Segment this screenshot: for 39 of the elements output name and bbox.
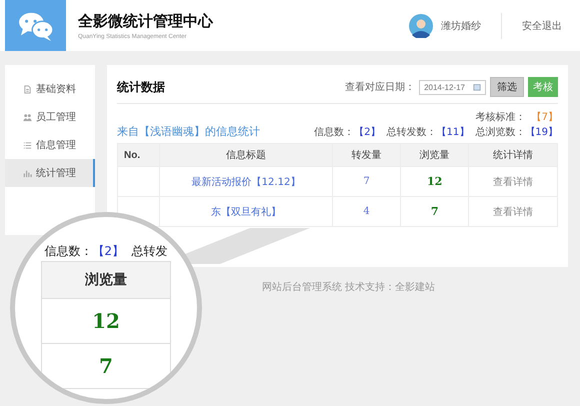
- share-count: 4: [332, 196, 401, 226]
- bar-chart-icon: [23, 168, 32, 178]
- sidebar-item[interactable]: 统计管理: [5, 159, 95, 187]
- details-link[interactable]: 查看详情: [493, 176, 534, 188]
- date-label: 查看对应日期：: [345, 80, 416, 94]
- assessment-standard: 考核标准： 【7】: [476, 110, 558, 124]
- message-title-link[interactable]: 东【双旦有礼】: [211, 206, 281, 218]
- people-icon: [23, 112, 32, 122]
- app-title: 全影微统计管理中心: [78, 12, 214, 30]
- date-field[interactable]: 2014-12-17: [419, 80, 486, 94]
- section-title: 统计数据: [117, 78, 165, 96]
- magnified-column-header: 浏览量: [41, 261, 171, 299]
- stat-item: 总转发数：【11】: [386, 126, 470, 139]
- view-count: 7: [400, 196, 469, 226]
- list-icon: [23, 140, 32, 150]
- footer-text: 网站后台管理系统 技术支持：全影建站: [262, 282, 436, 293]
- details-link[interactable]: 查看详情: [493, 206, 534, 218]
- filter-button[interactable]: 筛选: [490, 77, 524, 97]
- share-count: 7: [332, 166, 401, 196]
- source-title: 来自【浅语幽魂】的信息统计: [117, 124, 260, 139]
- magnified-view-count: 12: [41, 299, 171, 344]
- column-header: 浏览量: [400, 144, 469, 166]
- document-icon: [23, 84, 32, 94]
- column-header: 统计详情: [468, 144, 558, 166]
- sidebar-item[interactable]: 员工管理: [5, 103, 95, 131]
- logout-link[interactable]: 安全退出: [522, 18, 562, 32]
- calendar-icon: [473, 83, 481, 91]
- stat-item: 信息数：【2】: [314, 126, 381, 139]
- sidebar-item[interactable]: 基础资料: [5, 75, 95, 103]
- column-header: 信息标题: [160, 144, 332, 166]
- user-name: 潍坊婚纱: [441, 20, 481, 32]
- magnified-stats: 信息数：【2】 总转发: [44, 243, 168, 260]
- avatar[interactable]: [409, 14, 433, 38]
- sidebar-item[interactable]: 信息管理: [5, 131, 95, 159]
- stat-item: 总浏览数：【19】: [475, 126, 558, 139]
- column-header: No.: [118, 144, 160, 166]
- view-count: 12: [400, 166, 469, 196]
- magnified-view-count: 7: [41, 344, 171, 389]
- column-header: 转发量: [332, 144, 401, 166]
